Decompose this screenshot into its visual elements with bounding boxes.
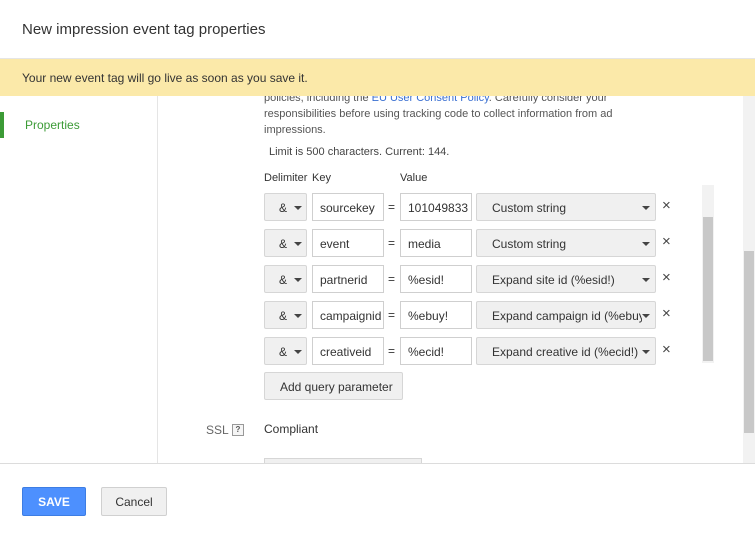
remove-param-close-icon[interactable]: × xyxy=(662,198,671,214)
value-type-dropdown[interactable]: Custom string xyxy=(476,193,656,221)
equals-sign: = xyxy=(388,344,396,358)
value-type-dropdown[interactable]: Expand campaign id (%ebuy!) xyxy=(476,301,656,329)
key-value: creativeid xyxy=(320,345,372,359)
cancel-button[interactable]: Cancel xyxy=(101,487,167,516)
key-value: sourcekey xyxy=(320,201,375,215)
caret-down-icon xyxy=(642,314,650,318)
key-input[interactable]: event xyxy=(312,229,384,257)
delimiter-value: & xyxy=(279,345,288,359)
key-input[interactable]: sourcekey xyxy=(312,193,384,221)
value-text: media xyxy=(408,237,441,251)
delimiter-value: & xyxy=(279,309,288,323)
value-input[interactable]: media xyxy=(400,229,472,257)
delimiter-dropdown[interactable]: & xyxy=(264,265,307,293)
column-header-key: Key xyxy=(312,172,331,184)
remove-param-close-icon[interactable]: × xyxy=(662,342,671,358)
key-value: event xyxy=(320,237,350,251)
equals-sign: = xyxy=(388,236,396,250)
query-param-row: & creativeid = %ecid! Expand creative id… xyxy=(264,337,684,365)
page-scrollbar-thumb[interactable] xyxy=(744,251,754,433)
value-type-text: Expand site id (%esid!) xyxy=(492,273,615,287)
remove-param-close-icon[interactable]: × xyxy=(662,270,671,286)
notice-text: Your new event tag will go live as soon … xyxy=(22,71,308,85)
caret-down-icon xyxy=(642,242,650,246)
value-type-dropdown[interactable]: Custom string xyxy=(476,229,656,257)
query-param-row: & event = media Custom string × xyxy=(264,229,684,257)
equals-sign: = xyxy=(388,272,396,286)
dialog-body: Properties policies, including the EU Us… xyxy=(0,96,755,463)
properties-content: policies, including the EU User Consent … xyxy=(158,96,743,463)
value-input[interactable]: %ebuy! xyxy=(400,301,472,329)
key-input[interactable]: creativeid xyxy=(312,337,384,365)
policy-text: policies, including the EU User Consent … xyxy=(264,96,624,138)
help-icon[interactable]: ? xyxy=(232,424,244,436)
delimiter-dropdown[interactable]: & xyxy=(264,193,307,221)
save-button-label: SAVE xyxy=(38,495,70,509)
column-header-delimiter: Delimiter xyxy=(264,172,308,184)
equals-sign: = xyxy=(388,200,396,214)
value-type-text: Expand campaign id (%ebuy!) xyxy=(492,309,642,323)
notice-bar: Your new event tag will go live as soon … xyxy=(0,59,755,96)
value-text: %ecid! xyxy=(408,345,445,359)
ssl-value: Compliant xyxy=(264,422,319,436)
query-param-row: & campaignid = %ebuy! Expand campaign id… xyxy=(264,301,684,329)
caret-down-icon xyxy=(294,350,302,354)
save-button[interactable]: SAVE xyxy=(22,487,86,516)
dialog-footer: SAVE Cancel xyxy=(0,463,755,540)
character-limit-text: Limit is 500 characters. Current: 144. xyxy=(269,146,450,158)
dialog-title: New impression event tag properties xyxy=(22,21,266,38)
remove-param-close-icon[interactable]: × xyxy=(662,306,671,322)
delimiter-dropdown[interactable]: & xyxy=(264,337,307,365)
key-value: partnerid xyxy=(320,273,368,287)
left-nav: Properties xyxy=(0,96,158,463)
policy-text-line2: responsibilities before using tracking c… xyxy=(264,108,613,120)
remove-param-close-icon[interactable]: × xyxy=(662,234,671,250)
value-text: 101049833 xyxy=(408,201,469,215)
caret-down-icon xyxy=(642,278,650,282)
value-input[interactable]: %ecid! xyxy=(400,337,472,365)
ssl-label: SSL xyxy=(206,423,229,437)
delimiter-value: & xyxy=(279,273,288,287)
value-text: %esid! xyxy=(408,273,445,287)
value-type-dropdown[interactable]: Expand site id (%esid!) xyxy=(476,265,656,293)
query-param-row: & partnerid = %esid! Expand site id (%es… xyxy=(264,265,684,293)
query-param-row: & sourcekey = 101049833 Custom string × xyxy=(264,193,684,221)
value-type-text: Expand creative id (%ecid!) xyxy=(492,345,639,359)
params-scrollbar[interactable] xyxy=(702,185,714,363)
caret-down-icon xyxy=(294,278,302,282)
delimiter-value: & xyxy=(279,201,288,215)
policy-text-prefix: policies, including the xyxy=(264,96,372,104)
dialog-header: New impression event tag properties xyxy=(0,0,755,59)
key-input[interactable]: partnerid xyxy=(312,265,384,293)
add-query-parameter-button[interactable]: Add query parameter xyxy=(264,372,403,400)
eu-user-consent-policy-link[interactable]: EU User Consent Policy xyxy=(372,96,489,104)
delimiter-value: & xyxy=(279,237,288,251)
value-input[interactable]: 101049833 xyxy=(400,193,472,221)
value-input[interactable]: %esid! xyxy=(400,265,472,293)
value-type-text: Custom string xyxy=(492,201,567,215)
caret-down-icon xyxy=(642,206,650,210)
page-scrollbar[interactable] xyxy=(743,96,755,463)
delimiter-dropdown[interactable]: & xyxy=(264,301,307,329)
nav-item-properties[interactable]: Properties xyxy=(0,112,157,138)
cancel-button-label: Cancel xyxy=(115,495,153,509)
value-type-dropdown[interactable]: Expand creative id (%ecid!) xyxy=(476,337,656,365)
value-text: %ebuy! xyxy=(408,309,449,323)
nav-item-label: Properties xyxy=(25,118,80,132)
key-input[interactable]: campaignid xyxy=(312,301,384,329)
equals-sign: = xyxy=(388,308,396,322)
delimiter-dropdown[interactable]: & xyxy=(264,229,307,257)
policy-text-line3: impressions. xyxy=(264,124,326,136)
key-value: campaignid xyxy=(320,309,382,323)
value-type-text: Custom string xyxy=(492,237,567,251)
caret-down-icon xyxy=(642,350,650,354)
nav-active-marker xyxy=(0,112,4,138)
caret-down-icon xyxy=(294,206,302,210)
params-scrollbar-thumb[interactable] xyxy=(703,217,713,361)
add-query-parameter-label: Add query parameter xyxy=(280,380,393,394)
column-header-value: Value xyxy=(400,172,428,184)
caret-down-icon xyxy=(294,242,302,246)
policy-text-suffix: . Carefully consider your xyxy=(488,96,608,104)
caret-down-icon xyxy=(294,314,302,318)
